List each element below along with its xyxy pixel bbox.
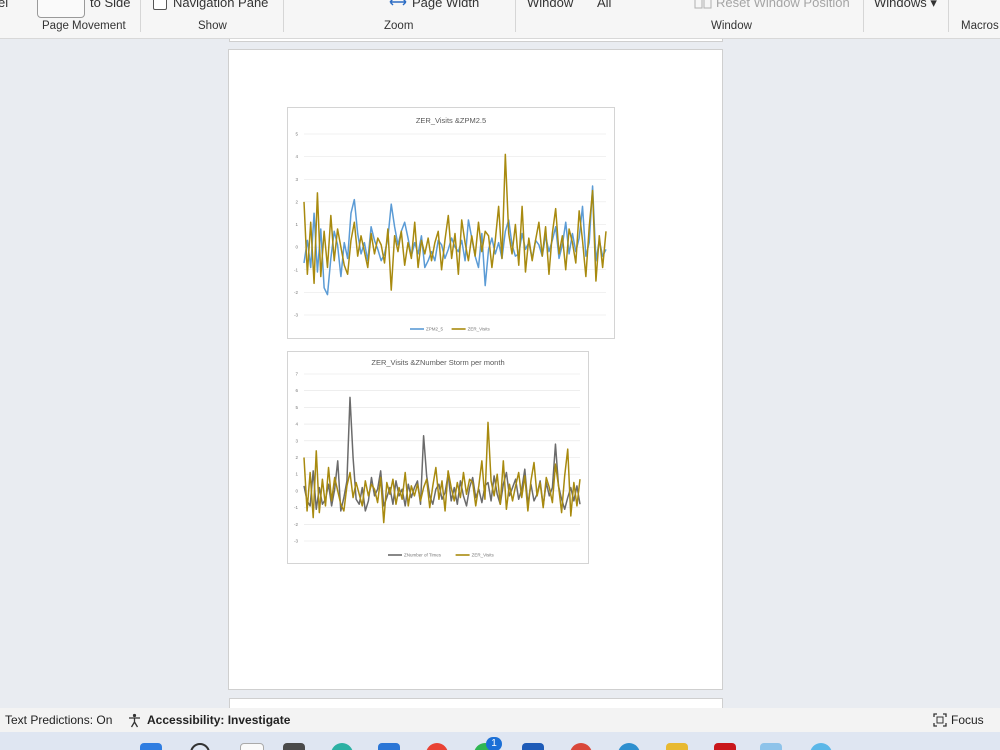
reset-window-position-button[interactable]: Reset Window Position — [716, 0, 850, 10]
photos-icon[interactable] — [810, 743, 832, 750]
side-to-side-button[interactable] — [37, 0, 85, 18]
y-tick-label: 4 — [295, 154, 298, 159]
y-tick-label: -1 — [294, 267, 298, 272]
task-view-icon[interactable] — [283, 743, 305, 750]
y-tick-label: 7 — [295, 372, 298, 377]
ribbon-cut-label[interactable]: el — [0, 0, 8, 10]
ribbon-divider — [140, 0, 141, 32]
taskbar: 1 — [0, 732, 1000, 750]
group-label-page-movement: Page Movement — [42, 20, 126, 32]
page-width-icon[interactable] — [389, 0, 407, 8]
edge-icon[interactable] — [331, 743, 353, 750]
focus-button[interactable]: Focus — [951, 713, 984, 727]
y-tick-label: 5 — [295, 405, 298, 410]
document-area[interactable]: ZER_Visits &ZPM2.5 5 4 3 2 1 0 -1 -2 -3 ZPM2_5 ZER_… — [0, 39, 1000, 708]
focus-icon[interactable] — [932, 712, 948, 728]
chart-pm25[interactable]: ZER_Visits &ZPM2.5 5 4 3 2 1 0 -1 -2 -3 ZPM2_5 ZER_… — [287, 107, 615, 339]
y-tick-label: 1 — [295, 222, 298, 227]
ribbon: el to Side Navigation Pane Page Width Wi… — [0, 0, 1000, 39]
y-tick-label: -3 — [294, 313, 298, 318]
ribbon-divider — [283, 0, 284, 32]
group-label-macros: Macros — [961, 20, 999, 32]
search-icon[interactable] — [190, 743, 210, 750]
y-tick-label: -1 — [294, 505, 298, 510]
chevron-down-icon[interactable] — [976, 0, 986, 2]
reset-window-position-icon — [694, 0, 712, 9]
side-to-side-label[interactable]: to Side — [90, 0, 130, 10]
new-window-button[interactable]: Window — [527, 0, 573, 10]
y-tick-label: -3 — [294, 539, 298, 544]
y-tick-label: 0 — [295, 245, 298, 250]
group-label-show: Show — [198, 20, 227, 32]
group-label-zoom: Zoom — [384, 20, 414, 32]
accessibility-icon — [129, 713, 140, 728]
y-tick-label: 3 — [295, 177, 298, 182]
ribbon-divider — [948, 0, 949, 32]
file-explorer-icon[interactable] — [666, 743, 688, 750]
chrome-profile-icon[interactable] — [570, 743, 592, 750]
next-page — [229, 698, 723, 708]
acrobat-icon[interactable] — [714, 743, 736, 750]
y-tick-label: 5 — [295, 132, 298, 137]
status-bar: Text Predictions: On Accessibility: Inve… — [0, 708, 1000, 732]
y-tick-label: 0 — [295, 488, 298, 493]
switch-windows-button[interactable]: Windows ▾ — [874, 0, 937, 11]
word-active-icon[interactable] — [760, 743, 782, 750]
y-tick-label: 3 — [295, 438, 298, 443]
notification-badge: 1 — [486, 737, 502, 750]
legend-label: ZNumber of Times — [404, 553, 442, 558]
ribbon-divider — [863, 0, 864, 32]
legend-label: ZER_Visits — [472, 553, 495, 558]
file-icon[interactable] — [240, 743, 264, 750]
word-icon[interactable] — [522, 743, 544, 750]
chart-storm[interactable]: ZER_Visits &ZNumber Storm per month 7 6 5 4 3… — [287, 351, 589, 564]
store-icon[interactable] — [378, 743, 400, 750]
chart-title: ZER_Visits &ZPM2.5 — [416, 116, 486, 125]
ribbon-divider — [515, 0, 516, 32]
legend-label: ZER_Visits — [468, 327, 491, 332]
previous-page — [229, 39, 723, 42]
y-tick-label: 2 — [295, 199, 298, 204]
page-width-button[interactable]: Page Width — [412, 0, 479, 10]
y-tick-label: -2 — [294, 290, 298, 295]
y-tick-label: 1 — [295, 472, 298, 477]
document-page[interactable]: ZER_Visits &ZPM2.5 5 4 3 2 1 0 -1 -2 -3 ZPM2_5 ZER_… — [228, 49, 723, 690]
start-icon[interactable] — [140, 743, 162, 750]
chart-pm25-svg: ZER_Visits &ZPM2.5 5 4 3 2 1 0 -1 -2 -3 ZPM2_5 ZER_… — [294, 116, 607, 332]
arrange-all-button[interactable]: All — [597, 0, 611, 10]
chart-storm-svg: ZER_Visits &ZNumber Storm per month 7 6 5 4 3… — [294, 358, 581, 558]
group-label-window: Window — [711, 20, 752, 32]
navigation-pane-label[interactable]: Navigation Pane — [173, 0, 268, 10]
y-tick-label: -2 — [294, 522, 298, 527]
navigation-pane-checkbox[interactable] — [153, 0, 167, 10]
y-tick-label: 6 — [295, 388, 298, 393]
switch-windows-label: Windows — [874, 0, 927, 10]
switch-windows-arrow: ▾ — [930, 0, 937, 10]
chart-title: ZER_Visits &ZNumber Storm per month — [371, 358, 504, 367]
teams-icon[interactable] — [618, 743, 640, 750]
legend-label: ZPM2_5 — [426, 327, 444, 332]
chrome-icon[interactable] — [426, 743, 448, 750]
text-predictions-status[interactable]: Text Predictions: On — [5, 713, 112, 727]
y-tick-label: 4 — [295, 422, 298, 427]
y-tick-label: 2 — [295, 455, 298, 460]
accessibility-status[interactable]: Accessibility: Investigate — [147, 713, 290, 727]
